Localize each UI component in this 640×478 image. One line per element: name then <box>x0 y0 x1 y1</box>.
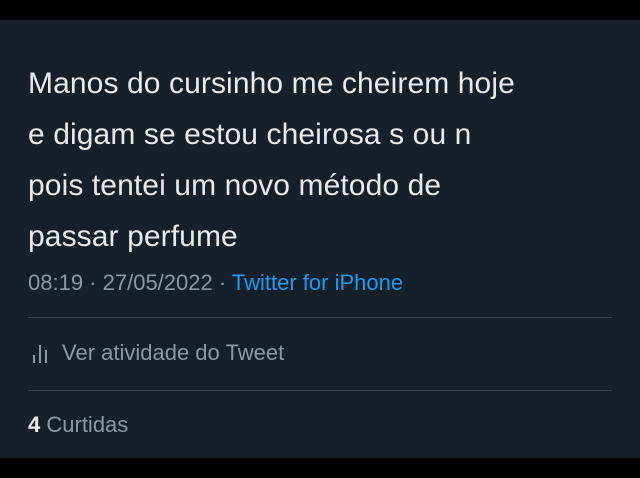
tweet-meta: 08:19 · 27/05/2022 · Twitter for iPhone <box>28 268 403 298</box>
likes-stat[interactable]: 4 Curtidas <box>28 410 128 440</box>
view-tweet-activity-label: Ver atividade do Tweet <box>62 340 285 365</box>
analytics-bars-icon <box>28 341 52 365</box>
divider <box>28 390 612 391</box>
divider <box>28 317 612 318</box>
tweet-text: Manos do cursinho me cheirem hoje e diga… <box>28 67 515 253</box>
likes-count: 4 <box>28 412 41 437</box>
tweet-source-link[interactable]: Twitter for iPhone <box>232 270 403 295</box>
tweet-detail: Manos do cursinho me cheirem hoje e diga… <box>0 20 640 458</box>
meta-separator: · <box>83 270 103 295</box>
meta-separator-2: · <box>212 270 232 295</box>
view-tweet-activity-button[interactable]: Ver atividade do Tweet <box>28 338 284 368</box>
tweet-time[interactable]: 08:19 <box>28 270 83 295</box>
likes-label: Curtidas <box>46 412 129 437</box>
tweet-date[interactable]: 27/05/2022 <box>103 270 213 295</box>
